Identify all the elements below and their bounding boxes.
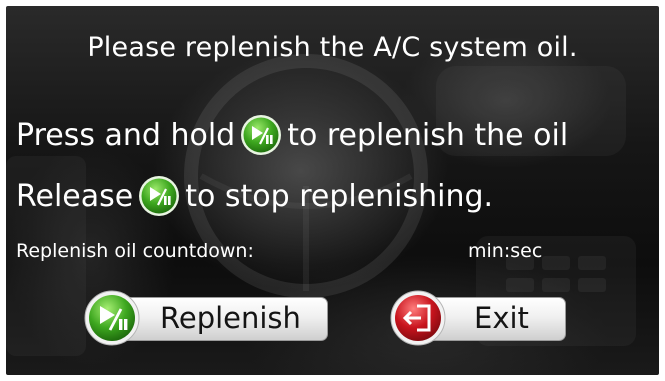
replenish-button[interactable]: Replenish xyxy=(84,290,328,346)
instruction-line-hold: Press and hold to replenish the oil xyxy=(16,113,568,157)
instruction-title: Please replenish the A/C system oil. xyxy=(87,32,578,63)
exit-button[interactable]: Exit xyxy=(390,290,566,346)
instruction-release-text-before: Release xyxy=(16,178,134,214)
instruction-hold-text-after: to replenish the oil xyxy=(287,117,569,153)
replenish-oil-screen: Please replenish the A/C system oil. Pre… xyxy=(6,6,659,375)
replenish-button-label[interactable]: Replenish xyxy=(160,294,301,342)
play-pause-icon[interactable] xyxy=(84,290,140,346)
countdown-value: min:sec xyxy=(468,240,543,262)
app-frame: Please replenish the A/C system oil. Pre… xyxy=(0,0,665,381)
play-pause-icon xyxy=(241,115,282,155)
instruction-release-text-after: to stop replenishing. xyxy=(185,178,494,214)
exit-button-label[interactable]: Exit xyxy=(474,294,529,342)
countdown-label: Replenish oil countdown: xyxy=(16,240,254,262)
instruction-line-release: Release to stop replenishing. xyxy=(16,174,493,218)
exit-door-icon[interactable] xyxy=(390,290,446,346)
instruction-hold-text-before: Press and hold xyxy=(16,117,236,153)
play-pause-icon xyxy=(139,176,180,216)
